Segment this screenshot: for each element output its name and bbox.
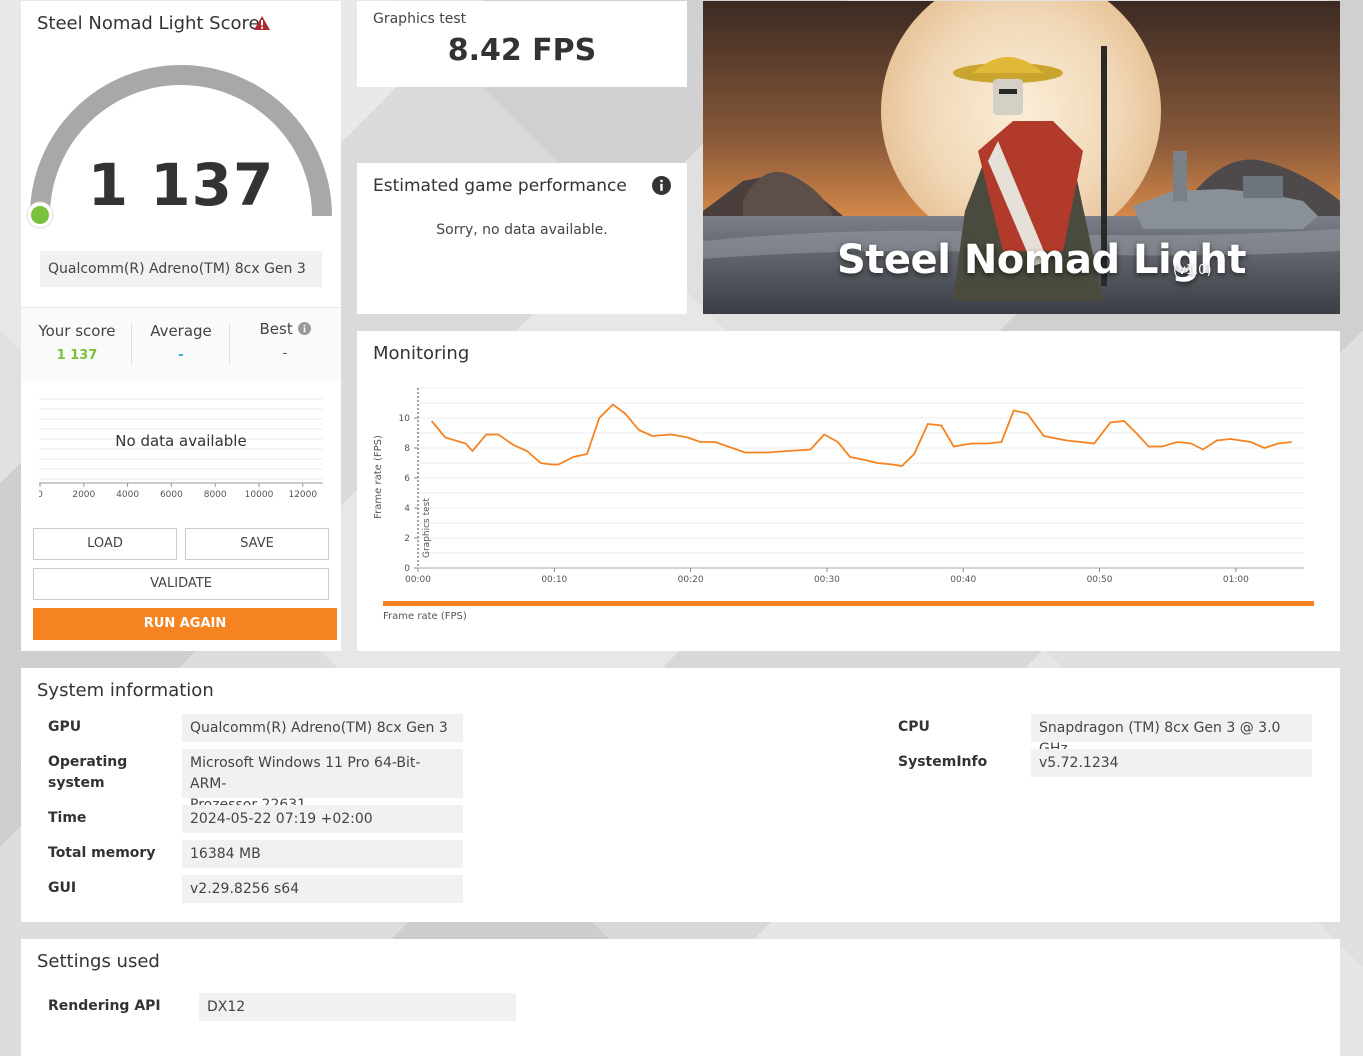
your-score-label: Your score (38, 322, 116, 340)
warning-icon[interactable] (253, 15, 271, 31)
your-score-value: 1 137 (56, 348, 98, 363)
gpu-name: Qualcomm(R) Adreno(TM) 8cx Gen 3 (40, 251, 322, 287)
estimated-message: Sorry, no data available. (436, 222, 608, 238)
best-label: Best (259, 320, 293, 338)
score-value: 1 137 (87, 151, 275, 219)
y-tick-label: 8 (404, 444, 410, 454)
gpu-value: Qualcomm(R) Adreno(TM) 8cx Gen 3 (182, 714, 463, 742)
total-memory-value: 16384 MB (182, 840, 463, 868)
rendering-api-value: DX12 (199, 993, 516, 1021)
settings-used-card: Settings used Rendering API DX12 (21, 939, 1340, 1056)
average-value: - (178, 348, 184, 363)
info-icon[interactable] (652, 176, 671, 195)
your-score: Your score 1 137 (35, 322, 119, 363)
x-tick-label: 10000 (245, 490, 274, 500)
x-tick-label: 00:10 (541, 575, 567, 585)
y-axis-label: Frame rate (FPS) (373, 435, 384, 519)
average-score: Average - (141, 322, 221, 363)
hero-version: (v1.0) (1173, 263, 1212, 278)
y-tick-label: 4 (404, 504, 410, 514)
score-card: Steel Nomad Light Score 1 137 Qualcomm(R… (21, 1, 341, 651)
score-title: Steel Nomad Light Score (37, 13, 260, 34)
x-tick-label: 8000 (204, 490, 227, 500)
load-button[interactable]: LOAD (33, 528, 177, 560)
legend-color-bar (383, 601, 1314, 606)
y-tick-label: 10 (399, 414, 411, 424)
gpu-label: GPU (48, 719, 82, 735)
info-icon[interactable] (297, 322, 311, 335)
os-label-line: system (48, 775, 105, 791)
system-information-title: System information (37, 680, 214, 701)
gui-label: GUI (48, 880, 77, 896)
x-tick-label: 00:00 (405, 575, 431, 585)
divider (131, 324, 132, 364)
frame-rate-chart[interactable]: 0 2 4 6 8 10 00:00 00:10 00:20 00:30 00:40 00:50 01… (357, 331, 1340, 596)
rendering-api-label: Rendering API (48, 998, 161, 1014)
x-tick-label: 01:00 (1223, 575, 1249, 585)
os-value-line: Microsoft Windows 11 Pro 64-Bit-ARM- (190, 755, 421, 792)
estimated-game-performance-card: Estimated game performance Sorry, no dat… (357, 163, 687, 314)
x-tick-label: 00:30 (814, 575, 840, 585)
average-label: Average (150, 322, 212, 340)
no-data-message: No data available (115, 432, 247, 450)
systeminfo-value: v5.72.1234 (1031, 749, 1312, 777)
x-tick-label: 12000 (288, 490, 317, 500)
graphics-test-card: Graphics test 8.42 FPS (357, 1, 687, 87)
x-tick-label: 6000 (160, 490, 183, 500)
settings-used-title: Settings used (37, 951, 160, 972)
run-again-button[interactable]: RUN AGAIN (33, 608, 337, 640)
monitoring-card: Monitoring 0 2 4 6 8 10 00:00 00:10 00:20 00:30 0… (357, 331, 1340, 651)
gui-value: v2.29.8256 s64 (182, 875, 463, 903)
best-score: Best - (247, 320, 323, 361)
x-tick-label: 2000 (72, 490, 95, 500)
benchmark-hero-image: Steel Nomad Light (v1.0) (703, 1, 1340, 314)
y-tick-label: 6 (404, 474, 410, 484)
systeminfo-label: SystemInfo (898, 754, 988, 770)
os-value: Microsoft Windows 11 Pro 64-Bit-ARM- Pro… (182, 749, 463, 813)
cpu-label: CPU (898, 719, 930, 735)
time-value: 2024-05-22 07:19 +02:00 (182, 805, 463, 833)
y-tick-label: 0 (404, 564, 410, 574)
system-information-card: System information GPU Qualcomm(R) Adren… (21, 668, 1340, 922)
graphics-test-label: Graphics test (373, 11, 467, 27)
os-label-line: Operating (48, 754, 128, 770)
x-tick-label: 00:20 (678, 575, 704, 585)
frame-rate-series-line (430, 403, 1292, 467)
y-tick-label: 2 (404, 534, 410, 544)
graphics-test-fps: 8.42 FPS (447, 33, 597, 68)
x-tick-label: 00:40 (950, 575, 976, 585)
divider (229, 324, 230, 364)
x-tick-label: 00:50 (1087, 575, 1113, 585)
graphics-test-annotation: Graphics test (422, 498, 432, 558)
score-comparison: Your score 1 137 Average - Best - (21, 307, 341, 381)
time-label: Time (48, 810, 87, 826)
total-memory-label: Total memory (48, 845, 156, 861)
x-tick-label: 0 (39, 490, 43, 500)
validate-button[interactable]: VALIDATE (33, 568, 329, 600)
best-value: - (282, 346, 288, 361)
cpu-value: Snapdragon (TM) 8cx Gen 3 @ 3.0 GHz (1031, 714, 1312, 757)
legend-label: Frame rate (FPS) (383, 611, 467, 622)
x-tick-label: 4000 (116, 490, 139, 500)
save-button[interactable]: SAVE (185, 528, 329, 560)
os-label: Operating system (48, 752, 127, 794)
estimated-title: Estimated game performance (373, 176, 627, 196)
